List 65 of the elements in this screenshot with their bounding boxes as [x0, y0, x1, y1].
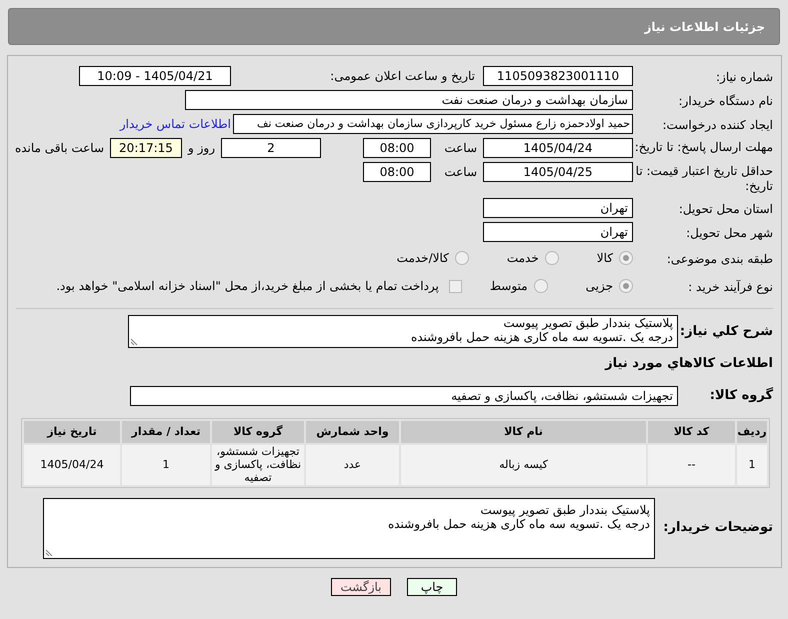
print-button[interactable]: چاپ — [407, 578, 457, 596]
field-label: نام دستگاه خریدار: — [678, 92, 773, 108]
checkbox-label: پرداخت تمام یا بخشی از مبلغ خرید،از محل "اسناد خزانه اسلامی" خواهد بود. — [56, 278, 439, 295]
text-field[interactable]: 1405/04/21 - 10:09 — [79, 66, 231, 86]
field-label: تاریخ و ساعت اعلان عمومی: — [329, 68, 476, 85]
table-cell: عدد — [306, 444, 399, 484]
text-field[interactable]: تجهیزات شستشو، نظافت، پاکسازی و تصفیه — [130, 386, 678, 406]
table-cell: تجهیزات شستشو، نظافت، پاکسازی و تصفیه — [212, 444, 304, 484]
table-cell: کیسه زباله — [401, 444, 646, 484]
table-cell: 1 — [737, 444, 767, 484]
back-button[interactable]: بازگشت — [331, 578, 391, 596]
table-cell: 1405/04/24 — [24, 444, 120, 484]
text-field[interactable]: سازمان بهداشت و درمان صنعت نفت — [185, 90, 633, 110]
radio-label: کالا — [596, 250, 613, 267]
field-label: شماره نیاز: — [715, 68, 773, 84]
text-area[interactable]: پلاستیک بنددار طبق تصویر پیوست درجه یک .تسویه سه ماه کاری هزینه حمل بافروشنده — [128, 315, 678, 348]
page-title: جزئیات اطلاعات نیاز — [644, 18, 765, 36]
column-header: نام کالا — [401, 420, 646, 442]
contact-link[interactable]: اطلاعات تماس خریدار — [120, 115, 231, 133]
time-label: ساعت — [443, 140, 477, 157]
radio-label: جزیی — [586, 278, 613, 295]
column-header: واحد شمارش — [306, 420, 399, 442]
section-title: اطلاعات کالاهاي مورد نیاز — [604, 355, 773, 373]
radio-label: خدمت — [506, 250, 539, 267]
remaining-label: ساعت باقی مانده — [14, 140, 104, 157]
radio-button[interactable] — [619, 279, 633, 293]
column-header: گروه کالا — [212, 420, 304, 442]
column-header: تاریخ نیاز — [24, 420, 120, 442]
radio-button[interactable] — [534, 279, 548, 293]
resize-grip-icon — [130, 338, 138, 346]
radio-label: متوسط — [490, 278, 528, 295]
text-field[interactable]: 2 — [221, 138, 321, 158]
field-label: شرح کلي نیاز: — [678, 322, 773, 341]
field-label: ایجاد کننده درخواست: — [661, 116, 773, 132]
checkbox[interactable] — [448, 280, 462, 292]
radio-button[interactable] — [454, 251, 469, 265]
field-label: حداقل تاریخ اعتبار قیمت: تا تاریخ: — [634, 163, 773, 194]
days-label: روز و — [188, 140, 215, 157]
column-header: ردیف — [737, 420, 767, 442]
text-field[interactable]: 08:00 — [363, 138, 431, 158]
text-field[interactable]: تهران — [483, 198, 633, 218]
column-header: کد کالا — [648, 420, 735, 442]
text-field[interactable]: 1405/04/24 — [483, 138, 633, 158]
radio-button[interactable] — [619, 251, 633, 265]
radio-button[interactable] — [544, 251, 559, 265]
field-label: استان محل تحویل: — [678, 200, 773, 216]
field-label: طبقه بندی موضوعی: — [666, 250, 773, 266]
text-field[interactable]: 1405/04/25 — [483, 162, 633, 182]
field-label: مهلت ارسال پاسخ: تا تاریخ: — [634, 139, 773, 155]
countdown-field[interactable]: 20:17:15 — [110, 138, 182, 158]
radio-label: کالا/خدمت — [396, 250, 449, 267]
resize-grip-icon — [45, 548, 53, 556]
text-field[interactable]: 08:00 — [363, 162, 431, 182]
field-label: توضیحات خریدار: — [662, 519, 773, 538]
table-cell: 1 — [122, 444, 210, 484]
text-field[interactable]: حمید اولادحمزه زارع مسئول خرید کارپردازی سازمان بهداشت و درمان صنعت نف — [233, 114, 633, 134]
text-field[interactable]: تهران — [483, 222, 633, 242]
column-header: تعداد / مقدار — [122, 420, 210, 442]
field-label: نوع فرآیند خرید : — [687, 278, 773, 294]
time-label: ساعت — [443, 164, 477, 181]
table-cell: -- — [648, 444, 735, 484]
field-label: شهر محل تحویل: — [685, 224, 773, 240]
text-area[interactable]: پلاستیک بنددار طبق تصویر پیوست درجه یک .تسویه سه ماه کاری هزینه حمل بافروشنده — [43, 498, 655, 558]
text-field[interactable]: 1105093823001110 — [483, 66, 633, 86]
field-label: گروه کالا: — [708, 386, 773, 405]
